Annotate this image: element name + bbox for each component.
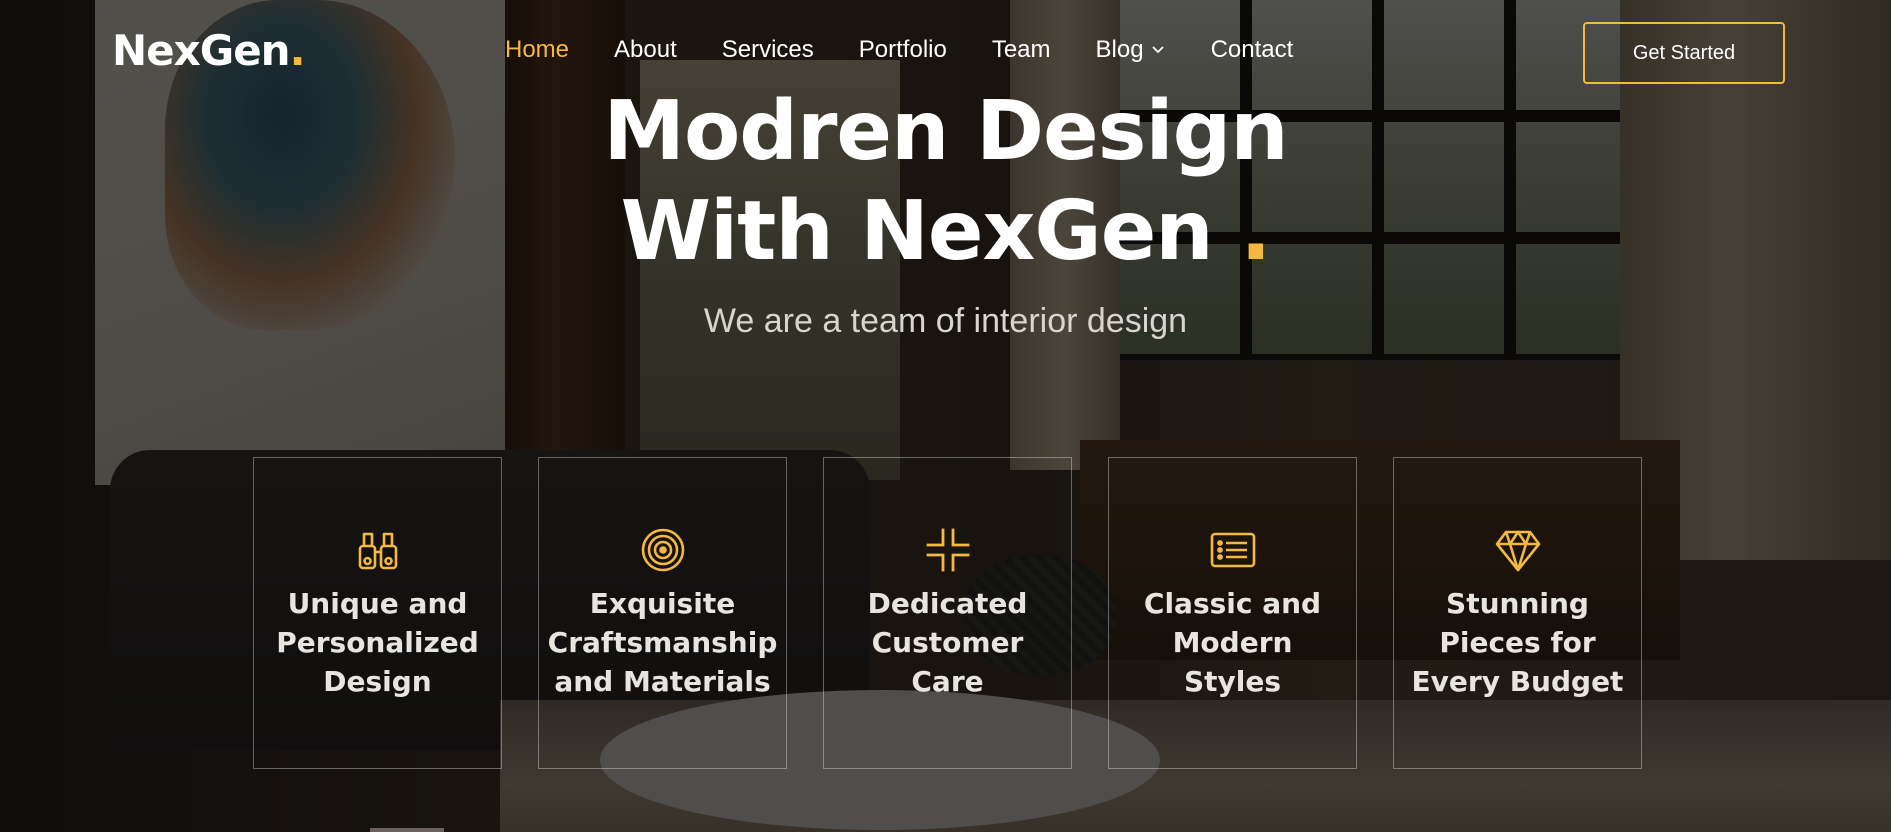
gem-icon <box>1494 526 1542 574</box>
brand-dot: . <box>289 26 306 75</box>
fullscreen-exit-icon <box>924 526 972 574</box>
list-card-icon <box>1209 526 1257 574</box>
nav-item-blog[interactable]: Blog <box>1096 36 1166 64</box>
hero-title-dot: . <box>1240 184 1271 279</box>
feature-box[interactable]: Exquisite Craftsmanship and Materials <box>538 457 787 769</box>
feature-label: Stunning Pieces for Every Budget <box>1411 586 1624 698</box>
main-nav: Home About Services Portfolio Team Blog … <box>505 36 1338 64</box>
nav-item-team[interactable]: Team <box>992 36 1051 64</box>
feature-label: Exquisite Craftsmanship and Materials <box>547 586 778 698</box>
hero-title: Modren Design With NexGen . <box>0 82 1891 282</box>
feature-boxes: Unique and Personalized Design Exquisite… <box>253 457 1642 769</box>
scroll-indicator[interactable] <box>370 828 444 832</box>
feature-box[interactable]: Classic and Modern Styles <box>1108 457 1357 769</box>
feature-label: Dedicated Customer Care <box>867 586 1028 698</box>
get-started-button[interactable]: Get Started <box>1583 22 1785 84</box>
brand-logo[interactable]: NexGen. <box>112 26 306 75</box>
feature-box[interactable]: Unique and Personalized Design <box>253 457 502 769</box>
feature-label: Unique and Personalized Design <box>276 586 479 698</box>
hero-title-line-1: Modren Design <box>603 84 1288 179</box>
feature-box[interactable]: Dedicated Customer Care <box>823 457 1072 769</box>
nav-item-blog-label: Blog <box>1095 36 1144 63</box>
hero-title-line-2-text: With NexGen <box>620 184 1214 279</box>
nav-item-portfolio[interactable]: Portfolio <box>859 36 947 64</box>
feature-box[interactable]: Stunning Pieces for Every Budget <box>1393 457 1642 769</box>
target-icon <box>639 526 687 574</box>
nav-item-home[interactable]: Home <box>505 36 569 64</box>
binoculars-icon <box>354 526 402 574</box>
feature-label: Classic and Modern Styles <box>1143 586 1322 698</box>
nav-item-services[interactable]: Services <box>722 36 814 64</box>
hero-title-line-2: With NexGen . <box>0 182 1891 282</box>
hero-subtitle: We are a team of interior design <box>703 302 1188 340</box>
brand-name: NexGen <box>112 26 291 75</box>
nav-item-contact[interactable]: Contact <box>1211 36 1294 64</box>
nav-item-about[interactable]: About <box>614 36 677 64</box>
chevron-down-icon <box>1150 36 1166 64</box>
